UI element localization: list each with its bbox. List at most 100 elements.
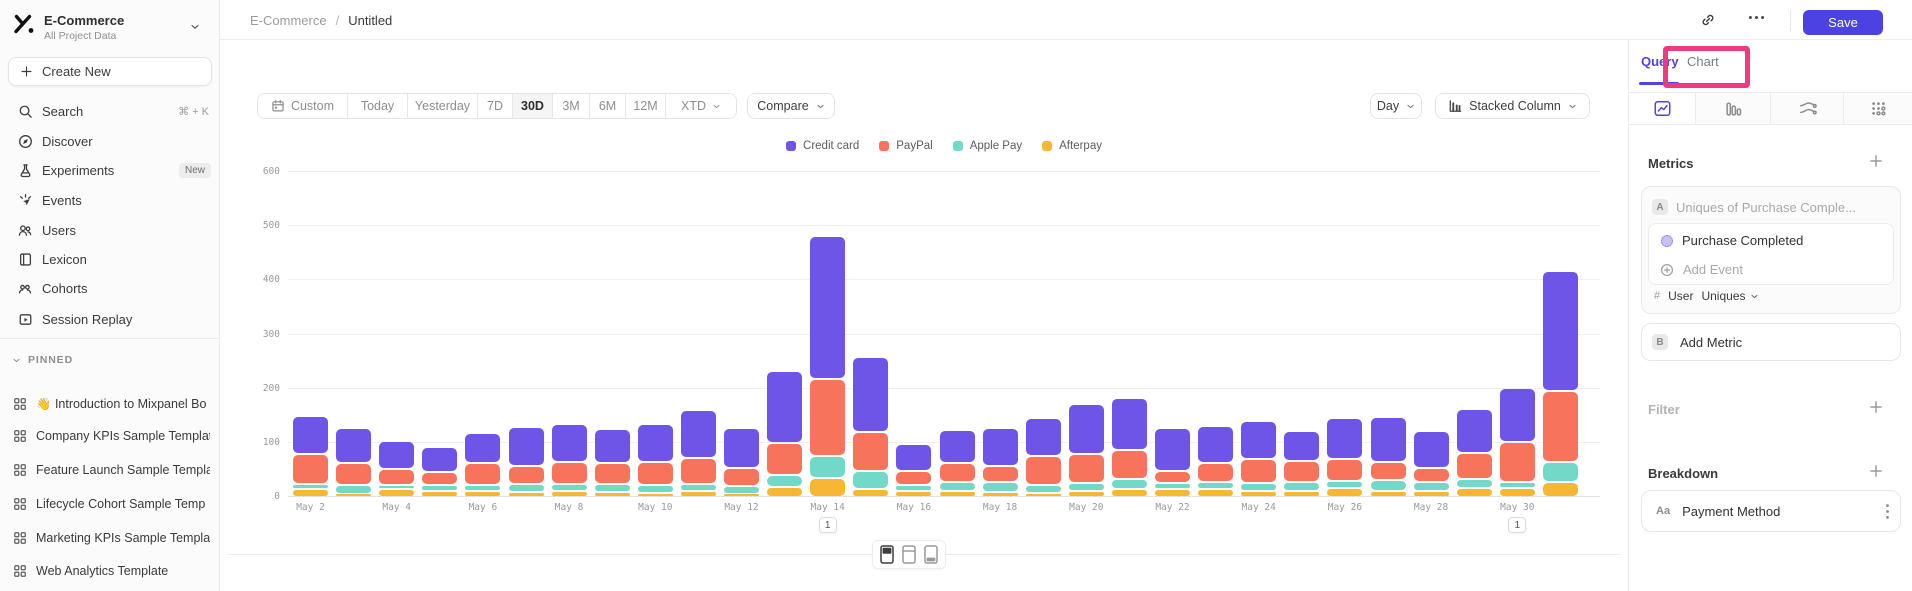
bar-segment-apple-pay[interactable] xyxy=(896,486,931,490)
bar-segment-apple-pay[interactable] xyxy=(379,486,414,489)
bar-segment-credit-card[interactable] xyxy=(1327,419,1362,458)
bar-segment-paypal[interactable] xyxy=(1069,455,1104,483)
metric-a-card[interactable]: A Uniques of Purchase Comple... Purchase… xyxy=(1641,186,1901,314)
bar-segment-apple-pay[interactable] xyxy=(1543,463,1578,481)
add-metric-plus-icon[interactable] xyxy=(1869,154,1883,168)
bar-segment-apple-pay[interactable] xyxy=(1026,486,1061,492)
annotation-marker[interactable]: 1 xyxy=(1508,517,1526,533)
bar-segment-afterpay[interactable] xyxy=(336,494,371,496)
bar-segment-apple-pay[interactable] xyxy=(1500,483,1535,488)
bar-segment-apple-pay[interactable] xyxy=(1112,480,1147,489)
bar-segment-credit-card[interactable] xyxy=(1241,422,1276,458)
bar-segment-paypal[interactable] xyxy=(1026,457,1061,484)
bar-segment-credit-card[interactable] xyxy=(1457,410,1492,451)
bar-segment-paypal[interactable] xyxy=(896,472,931,484)
bar-segment-afterpay[interactable] xyxy=(465,492,500,497)
report-tab-funnels[interactable] xyxy=(1696,93,1771,124)
bar-segment-afterpay[interactable] xyxy=(379,490,414,496)
sidebar-item-experiments[interactable]: ExperimentsNew xyxy=(0,157,220,183)
bar-segment-paypal[interactable] xyxy=(379,470,414,483)
bar-segment-credit-card[interactable] xyxy=(810,237,845,378)
pinned-board-item[interactable]: Lifecycle Cohort Sample Temp xyxy=(0,492,220,516)
bar-segment-paypal[interactable] xyxy=(940,464,975,481)
bar-segment-apple-pay[interactable] xyxy=(1327,482,1362,488)
range-button-12m[interactable]: 12M xyxy=(626,94,666,118)
bar-segment-credit-card[interactable] xyxy=(595,430,630,463)
add-event-row[interactable]: Add Event xyxy=(1660,262,1743,277)
bar-segment-apple-pay[interactable] xyxy=(1371,481,1406,490)
layout-top-icon[interactable] xyxy=(902,545,916,564)
bar-segment-apple-pay[interactable] xyxy=(1457,480,1492,488)
bar-segment-credit-card[interactable] xyxy=(1543,272,1578,390)
range-button-3m[interactable]: 3M xyxy=(553,94,590,118)
bar-segment-credit-card[interactable] xyxy=(767,372,802,442)
pinned-board-item[interactable]: 👋Introduction to Mixpanel Bo xyxy=(0,392,220,416)
bar-segment-apple-pay[interactable] xyxy=(1284,483,1319,490)
bar-segment-credit-card[interactable] xyxy=(1198,427,1233,462)
chart-type-dropdown[interactable]: Stacked Column xyxy=(1435,93,1590,119)
bar-segment-afterpay[interactable] xyxy=(1327,489,1362,496)
sidebar-item-cohorts[interactable]: Cohorts xyxy=(0,275,220,301)
bar-segment-afterpay[interactable] xyxy=(724,494,759,496)
save-button[interactable]: Save xyxy=(1803,10,1883,35)
bar-segment-apple-pay[interactable] xyxy=(1069,484,1104,490)
bar-segment-paypal[interactable] xyxy=(422,473,457,485)
bar-segment-afterpay[interactable] xyxy=(552,492,587,497)
bar-segment-paypal[interactable] xyxy=(465,464,500,484)
bar-segment-paypal[interactable] xyxy=(1371,463,1406,479)
report-tab-insights[interactable] xyxy=(1629,93,1696,124)
bar-segment-apple-pay[interactable] xyxy=(767,476,802,486)
bar-segment-paypal[interactable] xyxy=(1198,464,1233,481)
breadcrumb-page[interactable]: Untitled xyxy=(348,13,392,28)
create-new-button[interactable]: Create New xyxy=(8,57,212,86)
bar-segment-credit-card[interactable] xyxy=(681,411,716,457)
bar-segment-paypal[interactable] xyxy=(1457,454,1492,478)
compare-button[interactable]: Compare xyxy=(747,93,835,119)
event-row[interactable]: Purchase Completed xyxy=(1661,233,1803,248)
granularity-dropdown[interactable]: Day xyxy=(1370,93,1422,119)
sidebar-item-discover[interactable]: Discover xyxy=(0,128,220,154)
kebab-menu-icon[interactable] xyxy=(1885,503,1890,520)
pinned-board-item[interactable]: Marketing KPIs Sample Templat xyxy=(0,526,220,550)
range-button-xtd[interactable]: XTD xyxy=(666,94,736,118)
bar-segment-credit-card[interactable] xyxy=(724,429,759,467)
bar-segment-paypal[interactable] xyxy=(1284,462,1319,481)
bar-segment-credit-card[interactable] xyxy=(896,445,931,470)
bar-segment-afterpay[interactable] xyxy=(1241,492,1276,497)
bar-segment-paypal[interactable] xyxy=(810,380,845,454)
more-options-icon[interactable] xyxy=(1748,15,1765,20)
bar-segment-paypal[interactable] xyxy=(681,459,716,483)
report-tab-flows[interactable] xyxy=(1771,93,1844,124)
range-button-custom[interactable]: Custom xyxy=(258,94,348,118)
legend-item[interactable]: Credit card xyxy=(786,140,859,152)
bar-segment-paypal[interactable] xyxy=(638,463,673,484)
bar-segment-afterpay[interactable] xyxy=(1026,494,1061,496)
bar-segment-paypal[interactable] xyxy=(983,467,1018,482)
bar-segment-afterpay[interactable] xyxy=(681,492,716,497)
legend-item[interactable]: PayPal xyxy=(879,140,932,152)
bar-segment-apple-pay[interactable] xyxy=(940,483,975,490)
add-breakdown-plus-icon[interactable] xyxy=(1869,464,1883,478)
legend-item[interactable]: Afterpay xyxy=(1042,140,1102,152)
sidebar-item-search[interactable]: Search⌘ + K xyxy=(0,98,220,124)
bar-segment-afterpay[interactable] xyxy=(1284,492,1319,497)
bar-segment-paypal[interactable] xyxy=(509,467,544,483)
bar-segment-afterpay[interactable] xyxy=(896,492,931,496)
bar-segment-afterpay[interactable] xyxy=(509,493,544,496)
range-button-yesterday[interactable]: Yesterday xyxy=(408,94,478,118)
bar-segment-paypal[interactable] xyxy=(724,469,759,485)
bar-segment-afterpay[interactable] xyxy=(853,490,888,496)
bar-segment-credit-card[interactable] xyxy=(1155,429,1190,470)
bar-segment-credit-card[interactable] xyxy=(983,429,1018,464)
bar-segment-apple-pay[interactable] xyxy=(336,486,371,493)
bar-segment-afterpay[interactable] xyxy=(1155,490,1190,496)
pinned-section-header[interactable]: PINNED xyxy=(12,354,73,366)
bar-segment-credit-card[interactable] xyxy=(465,434,500,463)
bar-segment-paypal[interactable] xyxy=(336,464,371,484)
bar-segment-apple-pay[interactable] xyxy=(509,485,544,491)
bar-segment-apple-pay[interactable] xyxy=(1241,484,1276,490)
bar-segment-credit-card[interactable] xyxy=(422,448,457,470)
measure-selector[interactable]: # User Uniques xyxy=(1654,289,1759,303)
bar-segment-paypal[interactable] xyxy=(1155,472,1190,482)
bar-segment-paypal[interactable] xyxy=(595,464,630,483)
